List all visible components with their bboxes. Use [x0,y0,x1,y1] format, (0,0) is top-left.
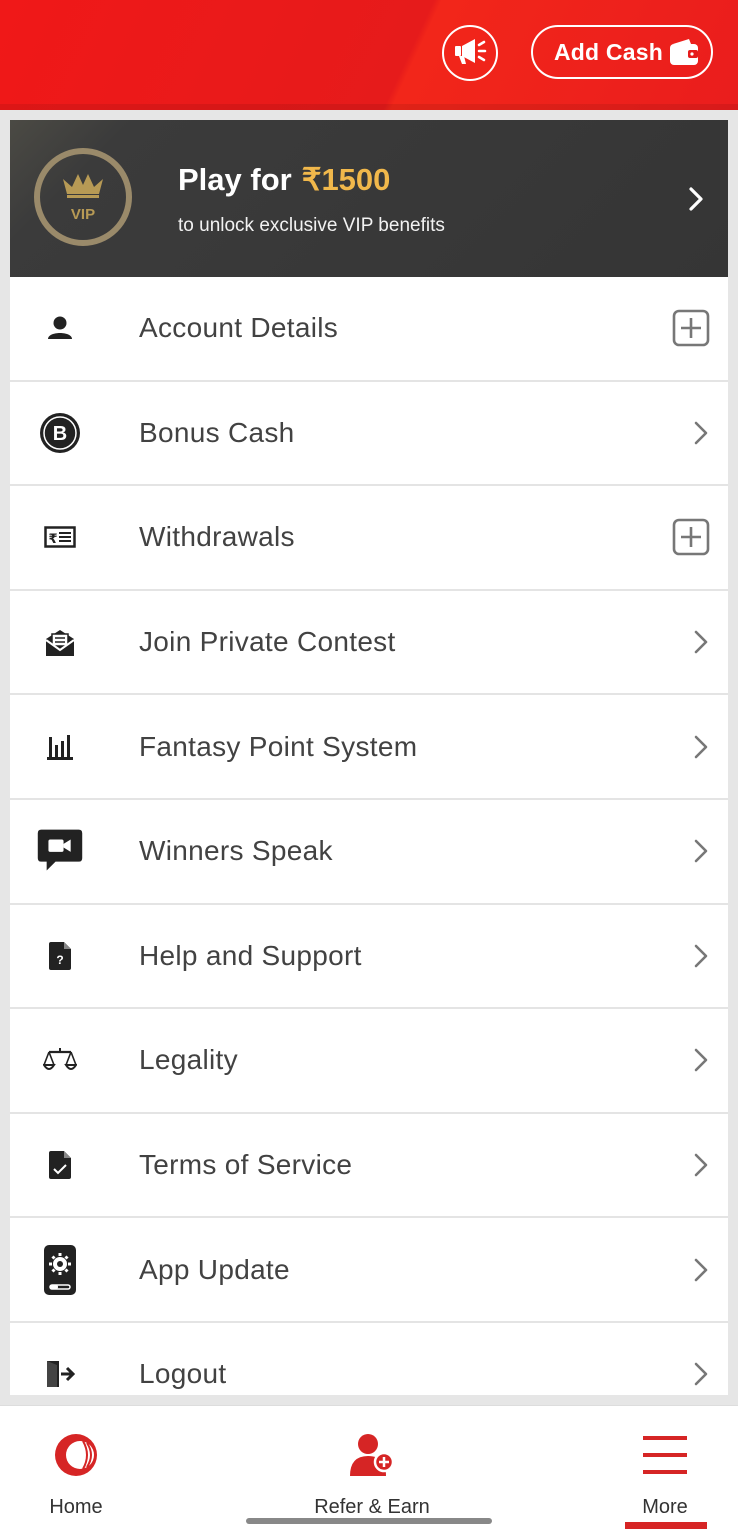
nav-home[interactable]: Home [26,1406,126,1529]
menu-item-join-private-contest[interactable]: Join Private Contest [10,590,728,696]
logout-icon [36,1346,84,1395]
megaphone-icon [453,36,487,71]
menu-item-label: Terms of Service [139,1149,353,1181]
vip-banner[interactable]: VIP Play for ₹1500 to unlock exclusive VI… [10,120,728,277]
vip-badge-text: VIP [70,206,96,223]
menu-item-label: Fantasy Point System [139,730,418,762]
menu-item-winners-speak[interactable]: Winners Speak [10,799,728,905]
expand-plus-icon[interactable] [672,518,710,556]
chevron-right-icon [688,186,704,217]
cricket-ball-icon [53,1430,99,1480]
menu-item-label: Join Private Contest [139,626,396,658]
menu-item-label: Winners Speak [139,835,333,867]
active-tab-indicator [625,1522,707,1529]
nav-label: More [642,1496,688,1518]
menu-item-legality[interactable]: Legality [10,1009,728,1114]
menu-item-fantasy-point-system[interactable]: Fantasy Point System [10,695,728,800]
menu-item-withdrawals[interactable]: ₹ Withdrawals [10,486,728,591]
add-cash-button[interactable]: Add Cash [531,25,713,79]
menu-item-logout[interactable]: Logout [10,1322,728,1395]
menu-item-app-update[interactable]: App Update [10,1218,728,1323]
menu-item-terms-of-service[interactable]: Terms of Service [10,1113,728,1219]
user-icon [36,300,84,356]
menu-item-label: App Update [139,1253,290,1285]
nav-more[interactable]: More [612,1406,718,1529]
chevron-right-icon [692,837,710,865]
help-document-icon: ? [36,928,84,984]
chevron-right-icon [692,419,710,447]
video-chat-icon [36,823,84,879]
chevron-right-icon [692,1046,710,1074]
menu-item-label: Withdrawals [139,521,295,553]
bonus-b-icon: B [36,405,84,461]
refer-user-icon [349,1430,395,1480]
nav-label: Home [49,1496,103,1518]
svg-text:B: B [53,423,67,445]
menu-item-account-details[interactable]: Account Details [10,277,728,382]
scales-icon [36,1032,84,1088]
phone-settings-icon [36,1242,84,1298]
vip-subtitle: to unlock exclusive VIP benefits [178,215,445,236]
chevron-right-icon [692,1151,710,1179]
chevron-right-icon [692,1360,710,1388]
nav-refer-earn[interactable]: Refer & Earn [296,1406,448,1529]
menu-item-label: Account Details [139,312,339,344]
svg-text:₹: ₹ [48,532,57,547]
menu-item-label: Bonus Cash [139,416,295,448]
system-home-indicator[interactable] [246,1518,492,1524]
announcements-button[interactable] [442,25,498,81]
chevron-right-icon [692,942,710,970]
bottom-nav: Home Refer & Earn More [0,1405,738,1529]
nav-label: Refer & Earn [314,1496,430,1518]
add-cash-label: Add Cash [554,38,663,65]
menu-item-bonus-cash[interactable]: B Bonus Cash [10,381,728,487]
svg-text:?: ? [56,953,63,967]
menu-item-help-and-support[interactable]: ? Help and Support [10,904,728,1010]
chevron-right-icon [692,628,710,656]
vip-title-prefix: Play for [178,162,292,197]
chevron-right-icon [692,733,710,761]
menu-item-label: Logout [139,1358,227,1390]
vip-badge: VIP [34,148,132,246]
menu-item-label: Legality [139,1044,238,1076]
rupee-note-icon: ₹ [36,509,84,565]
vip-title: Play for ₹1500 [178,162,390,198]
more-menu-list: Account Details B Bonus Cash ₹ Withdrawa… [10,277,728,1395]
chevron-right-icon [692,1256,710,1284]
crown-icon [60,171,106,204]
bar-chart-icon [36,719,84,775]
menu-item-label: Help and Support [139,939,362,971]
document-check-icon [36,1137,84,1193]
wallet-icon [669,38,699,71]
vip-amount: ₹1500 [301,162,391,197]
envelope-icon [36,614,84,670]
app-header: Add Cash [0,0,738,110]
hamburger-menu-icon [643,1430,687,1480]
expand-plus-icon[interactable] [672,309,710,347]
